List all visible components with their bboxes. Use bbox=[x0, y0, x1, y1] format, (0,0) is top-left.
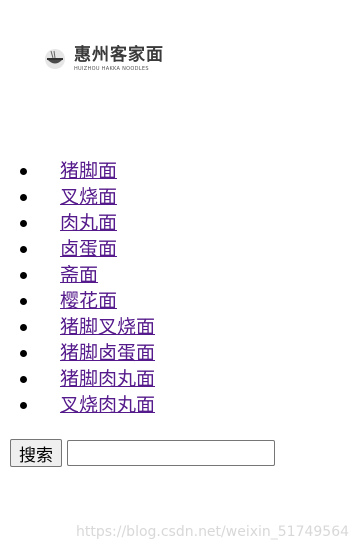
noodle-menu-list: 猪脚面 叉烧面 肉丸面 卤蛋面 斋面 樱花面 猪脚叉烧面 猪脚卤蛋面 猪脚肉丸面… bbox=[0, 158, 155, 418]
search-button[interactable]: 搜索 bbox=[10, 439, 62, 467]
list-item: 卤蛋面 bbox=[19, 236, 155, 262]
logo-text: 惠州客家面 HUIZHOU HAKKA NOODLES bbox=[74, 44, 164, 72]
list-item: 猪脚肉丸面 bbox=[19, 366, 155, 392]
list-item: 猪脚卤蛋面 bbox=[19, 340, 155, 366]
menu-link[interactable]: 樱花面 bbox=[60, 290, 117, 312]
menu-link[interactable]: 猪脚卤蛋面 bbox=[60, 342, 155, 364]
page: 惠州客家面 HUIZHOU HAKKA NOODLES 猪脚面 叉烧面 肉丸面 … bbox=[0, 0, 355, 553]
menu-link[interactable]: 猪脚面 bbox=[60, 160, 117, 182]
menu-link[interactable]: 叉烧面 bbox=[60, 186, 117, 208]
menu-link[interactable]: 猪脚肉丸面 bbox=[60, 368, 155, 390]
menu-link[interactable]: 卤蛋面 bbox=[60, 238, 117, 260]
search-input[interactable] bbox=[67, 440, 275, 466]
logo-subtitle: HUIZHOU HAKKA NOODLES bbox=[74, 65, 149, 72]
menu-link[interactable]: 叉烧肉丸面 bbox=[60, 394, 155, 416]
list-item: 猪脚叉烧面 bbox=[19, 314, 155, 340]
list-item: 叉烧面 bbox=[19, 184, 155, 210]
search-row: 搜索 bbox=[10, 439, 275, 467]
logo: 惠州客家面 HUIZHOU HAKKA NOODLES bbox=[44, 44, 164, 74]
list-item: 猪脚面 bbox=[19, 158, 155, 184]
noodle-bowl-icon bbox=[45, 49, 65, 69]
menu-link[interactable]: 斋面 bbox=[60, 264, 98, 286]
list-item: 樱花面 bbox=[19, 288, 155, 314]
list-item: 叉烧肉丸面 bbox=[19, 392, 155, 418]
list-item: 斋面 bbox=[19, 262, 155, 288]
list-item: 肉丸面 bbox=[19, 210, 155, 236]
menu-link[interactable]: 肉丸面 bbox=[60, 212, 117, 234]
menu-link[interactable]: 猪脚叉烧面 bbox=[60, 316, 155, 338]
watermark-url: https://blog.csdn.net/weixin_51749564 bbox=[76, 524, 350, 540]
logo-title: 惠州客家面 bbox=[74, 44, 164, 65]
